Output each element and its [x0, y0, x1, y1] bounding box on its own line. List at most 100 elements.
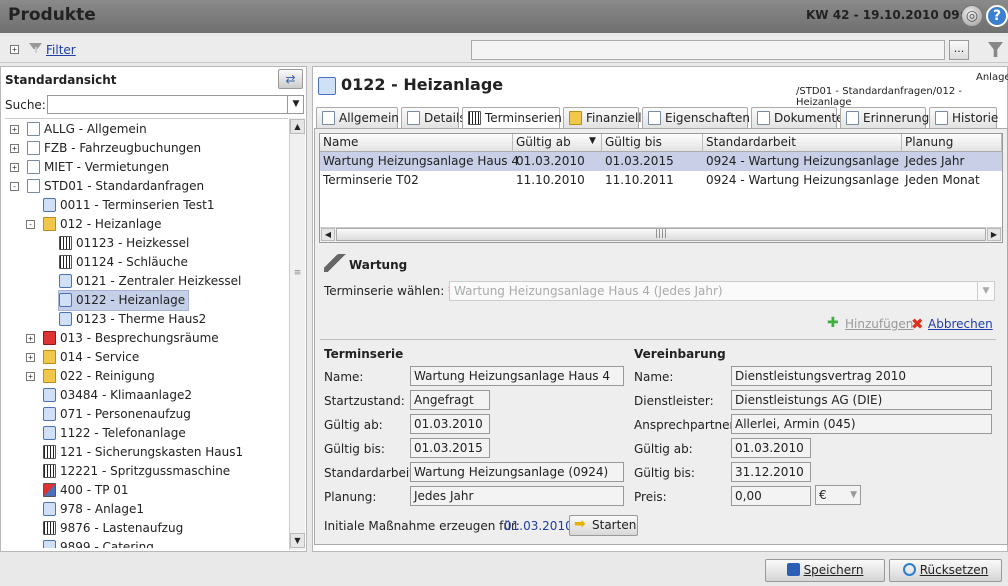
- chevron-down-icon[interactable]: ▼: [977, 282, 994, 300]
- scroll-up-icon[interactable]: ▲: [290, 119, 305, 134]
- add-button[interactable]: Hinzufügen: [845, 317, 913, 331]
- tree-item[interactable]: STD01 - Standardanfragen: [27, 177, 204, 196]
- field-label: Standardarbeit:: [324, 466, 418, 480]
- reset-button[interactable]: Rücksetzen: [889, 559, 1002, 582]
- field-value[interactable]: Allerlei, Armin (045): [731, 414, 992, 434]
- tab-details[interactable]: Details: [401, 107, 466, 129]
- column-header[interactable]: Planung: [902, 134, 1002, 152]
- tree-item[interactable]: MIET - Vermietungen: [27, 158, 169, 177]
- grid-cell[interactable]: Jeden Monat: [902, 171, 980, 190]
- tree-item[interactable]: 01124 - Schläuche: [59, 253, 188, 272]
- save-button[interactable]: Speichern: [765, 559, 885, 582]
- tree-item[interactable]: 978 - Anlage1: [43, 500, 144, 519]
- tree-item[interactable]: ALLG - Allgemein: [27, 120, 147, 139]
- expand-icon[interactable]: +: [10, 125, 19, 134]
- tree-item[interactable]: 0122 - Heizanlage: [57, 290, 190, 311]
- filter-input[interactable]: [471, 40, 945, 60]
- tree-item[interactable]: 0123 - Therme Haus2: [59, 310, 206, 329]
- collapse-icon[interactable]: -: [26, 220, 35, 229]
- filter-link[interactable]: Filter: [46, 43, 76, 57]
- column-header[interactable]: Gültig bis: [602, 134, 703, 152]
- grid-cell[interactable]: 11.10.2010: [513, 171, 585, 190]
- tree-item[interactable]: 0121 - Zentraler Heizkessel: [59, 272, 241, 291]
- expand-icon[interactable]: +: [10, 144, 19, 153]
- tree-scrollbar[interactable]: ▲ ≡ ▼: [289, 118, 305, 550]
- column-header[interactable]: Name: [320, 134, 513, 152]
- filter-expand-icon[interactable]: +: [10, 45, 19, 54]
- help-icon[interactable]: ?: [986, 5, 1008, 27]
- tab-finanziell[interactable]: Finanziell: [563, 107, 642, 129]
- tree-item[interactable]: 014 - Service: [43, 348, 139, 367]
- grid-cell[interactable]: 01.03.2015: [602, 152, 674, 171]
- scroll-grip-icon[interactable]: ≡: [291, 268, 304, 283]
- grid-cell[interactable]: 0924 - Wartung Heizungsanlage: [703, 152, 899, 171]
- tab-terminserien[interactable]: Terminserien: [462, 107, 562, 130]
- tree-item[interactable]: 012 - Heizanlage: [43, 215, 162, 234]
- scroll-right-icon[interactable]: ▶: [987, 228, 1001, 241]
- grid-cell[interactable]: 11.10.2011: [602, 171, 674, 190]
- barcode-icon: [43, 445, 56, 459]
- tree-item[interactable]: 9876 - Lastenaufzug: [43, 519, 183, 538]
- tree-item[interactable]: 03484 - Klimaanlage2: [43, 386, 192, 405]
- tree-item[interactable]: 071 - Personenaufzug: [43, 405, 191, 424]
- grid-cell[interactable]: Jedes Jahr: [902, 152, 964, 171]
- tree-item-label: 071 - Personenaufzug: [60, 407, 191, 421]
- field-value[interactable]: Jedes Jahr: [410, 486, 624, 506]
- scroll-down-icon[interactable]: ▼: [290, 533, 305, 548]
- tree-item[interactable]: 1122 - Telefonanlage: [43, 424, 186, 443]
- scroll-left-icon[interactable]: ◀: [321, 228, 335, 241]
- filter-browse-button[interactable]: ...: [949, 40, 969, 60]
- column-header[interactable]: Standardarbeit: [703, 134, 902, 152]
- sort-desc-icon[interactable]: ▼: [589, 136, 596, 146]
- field-value[interactable]: Dienstleistungs AG (DIE): [731, 390, 992, 410]
- currency-select[interactable]: € ▼: [815, 485, 861, 505]
- gear-icon: [43, 198, 56, 212]
- expand-icon[interactable]: +: [26, 353, 35, 362]
- field-label: Name:: [324, 370, 364, 384]
- field-value[interactable]: 31.12.2010: [731, 462, 811, 482]
- series-select[interactable]: Wartung Heizungsanlage Haus 4 (Jedes Jah…: [449, 281, 995, 301]
- collapse-icon[interactable]: -: [10, 182, 19, 191]
- tree-item[interactable]: 400 - TP 01: [43, 481, 129, 500]
- tree-item[interactable]: 01123 - Heizkessel: [59, 234, 189, 253]
- tab-allgemein[interactable]: Allgemein: [316, 107, 399, 129]
- expand-icon[interactable]: +: [26, 334, 35, 343]
- tab-dokumente[interactable]: Dokumente: [751, 107, 844, 129]
- field-value[interactable]: Wartung Heizungsanlage Haus 4: [410, 366, 624, 386]
- grid-cell[interactable]: 0924 - Wartung Heizungsanlage: [703, 171, 899, 190]
- search-input[interactable]: [47, 95, 304, 114]
- folder-icon: [43, 350, 56, 364]
- tab-historie[interactable]: Historie: [929, 107, 998, 129]
- field-value[interactable]: 01.03.2015: [410, 438, 490, 458]
- field-value[interactable]: 01.03.2010: [731, 438, 811, 458]
- field-value[interactable]: 0,00: [731, 486, 811, 506]
- tree-item-label: MIET - Vermietungen: [44, 160, 170, 174]
- view-switch-button[interactable]: ⇄: [278, 69, 303, 89]
- breadcrumb: /STD01 - Standardanfragen/012 - Heizanla…: [796, 86, 963, 108]
- field-value[interactable]: Wartung Heizungsanlage (0924): [410, 462, 624, 482]
- globe-icon[interactable]: ◎: [961, 5, 983, 27]
- expand-icon[interactable]: +: [26, 372, 35, 381]
- grid-cell[interactable]: Terminserie T02: [320, 171, 419, 190]
- grid-cell[interactable]: Wartung Heizungsanlage Haus 4: [320, 152, 519, 171]
- expand-icon[interactable]: +: [10, 163, 19, 172]
- field-value[interactable]: 01.03.2010: [410, 414, 490, 434]
- wrench-icon: [324, 254, 346, 272]
- initial-action-date[interactable]: 01.03.2010: [504, 519, 573, 533]
- grid-scroll-thumb[interactable]: ||||: [336, 228, 986, 241]
- chevron-down-icon[interactable]: ▼: [287, 95, 304, 114]
- field-value[interactable]: Dienstleistungsvertrag 2010: [731, 366, 992, 386]
- tree-item[interactable]: FZB - Fahrzeugbuchungen: [27, 139, 201, 158]
- field-value[interactable]: Angefragt: [410, 390, 490, 410]
- tree-item[interactable]: 12221 - Spritzgussmaschine: [43, 462, 230, 481]
- tree-item[interactable]: 013 - Besprechungsräume: [43, 329, 219, 348]
- tab-erinnerung[interactable]: Erinnerung: [840, 107, 929, 129]
- field-label: Gültig ab:: [634, 442, 693, 456]
- tree-item[interactable]: 121 - Sicherungskasten Haus1: [43, 443, 243, 462]
- tab-eigenschaften[interactable]: Eigenschaften: [642, 107, 750, 129]
- cancel-button[interactable]: Abbrechen: [928, 317, 993, 331]
- tree-item[interactable]: 9899 - Catering: [43, 538, 154, 548]
- grid-cell[interactable]: 01.03.2010: [513, 152, 585, 171]
- tree-item[interactable]: 0011 - Terminserien Test1: [43, 196, 215, 215]
- tree-item[interactable]: 022 - Reinigung: [43, 367, 155, 386]
